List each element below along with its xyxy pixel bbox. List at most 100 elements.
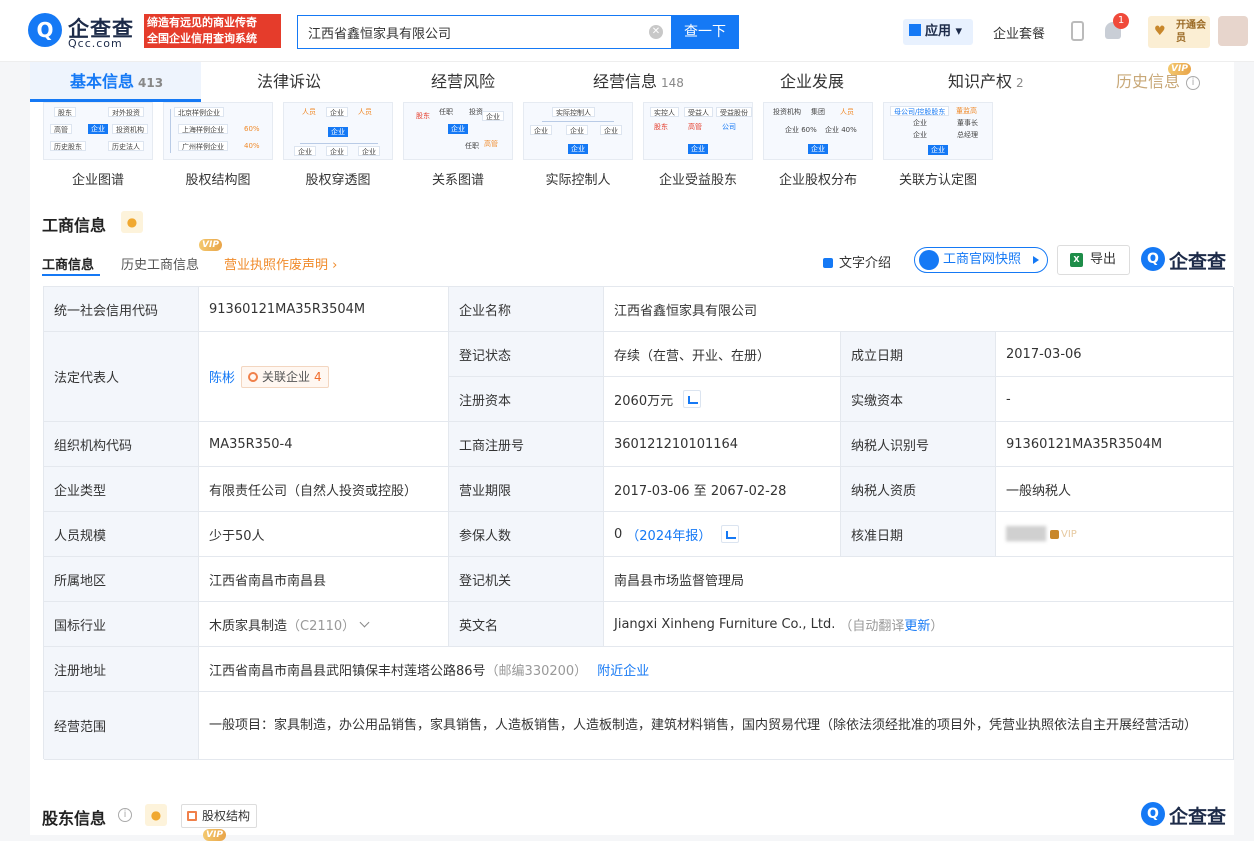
- qcc-logo-icon: Q: [1141, 802, 1165, 826]
- chart-icon[interactable]: [683, 390, 702, 408]
- graph-node: 股东: [654, 123, 668, 131]
- value-authority: 南昌县市场监督管理局: [604, 557, 1234, 602]
- graph-label[interactable]: 实际控制人: [523, 169, 633, 188]
- equity-structure-button[interactable]: 股权结构: [181, 804, 258, 828]
- subtab-business-info[interactable]: 工商信息: [42, 254, 94, 273]
- graph-node: 企业: [566, 125, 588, 135]
- industry-text: 木质家具制造: [209, 618, 288, 634]
- package-link[interactable]: 企业套餐: [993, 23, 1045, 42]
- apps-menu[interactable]: 应用 ▾: [903, 19, 973, 45]
- graph-card-equity[interactable]: 北京样例企业 上海样例企业 60% 广州样例企业 40%: [163, 102, 273, 160]
- graph-node: 实际控制人: [552, 107, 595, 117]
- graph-label[interactable]: 企业受益股东: [643, 169, 753, 188]
- graph-card-controller[interactable]: 实际控制人 企业 企业 企业 企业: [523, 102, 633, 160]
- qcc-watermark-logo: Q 企查查: [1141, 801, 1233, 829]
- value-term: 2017-03-06 至 2067-02-28: [604, 467, 841, 512]
- tab-lawsuits[interactable]: 法律诉讼: [257, 62, 321, 102]
- graph-node: 高管: [688, 123, 702, 131]
- search-button[interactable]: 查一下: [671, 15, 739, 49]
- graph-card-related-party[interactable]: 母公司/控股股东 董监高 企业 董事长 企业 总经理 企业: [883, 102, 993, 160]
- subtab-label: 营业执照作废声明: [224, 258, 329, 273]
- legal-rep-link[interactable]: 陈彬: [209, 367, 235, 386]
- related-companies-chip[interactable]: 关联企业 4: [241, 365, 329, 388]
- industry-code: （C2110）: [287, 618, 356, 634]
- business-info-table: 统一社会信用代码 91360121MA35R3504M 企业名称 江西省鑫恒家具…: [43, 286, 1234, 760]
- graph-node: 企业: [913, 131, 927, 139]
- label-reg-status: 登记状态: [449, 332, 604, 377]
- subtab-license-void[interactable]: 营业执照作废声明 ›: [224, 254, 337, 273]
- graph-card-distribution[interactable]: 投资机构 集团 人员 企业 60% 企业 40% 企业: [763, 102, 873, 160]
- avatar[interactable]: [1218, 16, 1248, 46]
- shareholders-title: 股东信息: [42, 809, 107, 828]
- subscribe-bell-icon[interactable]: ●: [145, 804, 167, 826]
- clear-icon[interactable]: ✕: [649, 25, 663, 39]
- graph-node: 董事长: [957, 119, 978, 127]
- graph-card-beneficiary[interactable]: 实控人 受益人 受益股份 股东 高管 公司 企业: [643, 102, 753, 160]
- tab-ip[interactable]: 知识产权 2: [948, 62, 1024, 102]
- graph-node: 高管: [484, 140, 498, 148]
- tab-development[interactable]: 企业发展: [780, 62, 844, 102]
- subscribe-bell-icon[interactable]: ●: [121, 211, 143, 233]
- reg-capital-text: 2060万元: [614, 393, 674, 409]
- qcc-logo[interactable]: Q 企查查 Qcc.com: [28, 13, 138, 50]
- slogan-banner: 缔造有远见的商业传奇 全国企业信用查询系统: [144, 14, 281, 48]
- chevron-down-icon: [359, 617, 370, 627]
- graph-node: 受益股份: [716, 107, 752, 117]
- text-intro-button[interactable]: 文字介绍: [823, 252, 891, 271]
- graph-percent: 60%: [244, 125, 260, 133]
- graph-node: 历史法人: [108, 141, 144, 151]
- graph-node: 企业: [530, 125, 552, 135]
- graph-label[interactable]: 关系图谱: [403, 169, 513, 188]
- qcc-watermark-logo: Q 企查查: [1141, 246, 1233, 274]
- graph-node: 历史股东: [50, 141, 86, 151]
- graph-card-penetration[interactable]: 人员 企业 人员 企业 企业 企业 企业: [283, 102, 393, 160]
- graph-label[interactable]: 股权穿透图: [283, 169, 393, 188]
- value-industry[interactable]: 木质家具制造 （C2110）: [199, 602, 449, 647]
- graph-card-enterprise[interactable]: 股东 对外投资 高管 企业 投资机构 历史股东 历史法人: [43, 102, 153, 160]
- open-vip-button[interactable]: ♥ 开通会员: [1148, 16, 1210, 48]
- graph-node: 股东: [54, 107, 76, 117]
- graph-label[interactable]: 企业图谱: [43, 169, 153, 188]
- graph-percent: 40%: [244, 142, 260, 150]
- official-snapshot-button[interactable]: 工商官网快照: [914, 247, 1048, 273]
- info-icon[interactable]: i: [118, 808, 132, 822]
- graph-label[interactable]: 关联方认定图: [883, 169, 993, 188]
- tab-basic-info[interactable]: 基本信息 413: [70, 62, 163, 102]
- address-text: 江西省南昌市南昌县武阳镇保丰村莲塔公路86号: [209, 663, 486, 679]
- graph-card-relation[interactable]: 股东 任职 投资 企业 企业 高管 任职: [403, 102, 513, 160]
- value-scope: 一般项目：家具制造，办公用品销售，家具销售，人造板销售，人造板制造，建筑材料销售…: [199, 692, 1234, 760]
- notification-badge: 1: [1113, 13, 1129, 29]
- heart-icon: ♥: [1154, 24, 1166, 39]
- nearby-companies-link[interactable]: 附近企业: [597, 660, 649, 679]
- value-founded: 2017-03-06: [996, 332, 1234, 377]
- value-insured: 0 （2024年报）: [604, 512, 841, 557]
- excel-icon: X: [1070, 253, 1083, 267]
- section-title: 工商信息: [42, 216, 107, 235]
- graph-label[interactable]: 股权结构图: [163, 169, 273, 188]
- chart-icon[interactable]: [721, 525, 740, 543]
- qcc-brand: 企查查: [1169, 806, 1227, 828]
- graph-node: 企业: [358, 146, 380, 156]
- subtab-history-business[interactable]: 历史工商信息: [121, 254, 199, 273]
- export-button[interactable]: X 导出: [1057, 245, 1130, 275]
- phone-icon[interactable]: [1071, 21, 1084, 41]
- insured-report-link[interactable]: （2024年报）: [626, 525, 711, 544]
- related-count: 4: [314, 369, 322, 384]
- tab-label: 法律诉讼: [257, 72, 322, 91]
- tab-label: 经营风险: [431, 72, 496, 91]
- en-update-link[interactable]: 更新: [904, 615, 930, 634]
- graph-node: 企业: [326, 146, 348, 156]
- graph-label[interactable]: 企业股权分布: [763, 169, 873, 188]
- graph-node: 北京样例企业: [174, 107, 224, 117]
- value-approval-date[interactable]: ████ VIP: [996, 512, 1234, 557]
- tab-operations[interactable]: 经营信息 148: [593, 62, 684, 102]
- top-bar: Q 企查查 Qcc.com 缔造有远见的商业传奇 全国企业信用查询系统 ✕ 查一…: [0, 0, 1254, 62]
- graph-node-core: 企业: [568, 144, 588, 154]
- tab-label: 经营信息: [593, 72, 658, 91]
- label-biz-reg-no: 工商注册号: [449, 422, 604, 467]
- tab-risk[interactable]: 经营风险: [431, 62, 495, 102]
- search-input[interactable]: [298, 16, 638, 48]
- doc-icon: [823, 258, 833, 268]
- info-icon: i: [1186, 76, 1201, 90]
- qcc-brand: 企查查: [1169, 251, 1227, 273]
